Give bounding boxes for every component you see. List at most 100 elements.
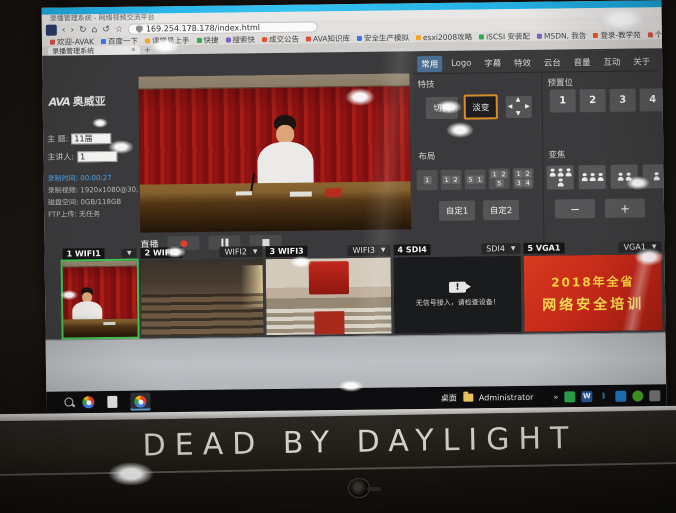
fx-switch-button[interactable]: 切换 [426, 97, 458, 119]
tab-subtitle[interactable]: 字幕 [480, 55, 505, 71]
desk-papers [290, 192, 312, 197]
bookmark-favicon [416, 35, 421, 40]
zoom-preset-button-2[interactable] [579, 165, 606, 189]
channel-5-source-dropdown[interactable]: VGA1▼ [619, 241, 662, 253]
bookmark-favicon [262, 37, 267, 42]
bookmark-favicon [50, 39, 55, 44]
document-icon [107, 396, 117, 408]
layout-cell: 5 [467, 176, 475, 184]
preset-button-1[interactable]: 1 [550, 89, 576, 112]
tab-ptz[interactable]: 云台 [540, 54, 565, 70]
monitor-photo: 录播管理系统 - 网络视频交流平台 ‹ › ↻ ⌂ ↺ ☆ 169.254.17… [0, 0, 676, 513]
channel-5-thumbnail[interactable]: 2018年全省 网络安全培训 [524, 254, 663, 332]
layout-section-title: 布局 [418, 150, 435, 162]
subject-input[interactable]: 11届 [71, 133, 111, 144]
channel-1-header: 1 WIFI1 ▼ [62, 247, 136, 261]
layout-button-1[interactable]: 1 [417, 170, 438, 190]
speaker-shirt [72, 301, 102, 323]
tray-overflow-chevron[interactable]: » [553, 392, 558, 401]
fx-fade-button[interactable]: 淡变 [464, 94, 498, 119]
director-console: AVA 奥威亚 主 题: 11届 主讲人: 1 录制时间: 00:00:27 录… [42, 48, 665, 340]
channel-2-source-dropdown[interactable]: WIFI2▼ [220, 246, 263, 258]
tab-logo[interactable]: Logo [447, 57, 476, 71]
layout-button-4[interactable]: 125 [489, 168, 510, 189]
active-browser-button[interactable] [130, 393, 150, 411]
chevron-down-icon: ▼ [127, 250, 132, 257]
program-preview[interactable] [138, 73, 411, 232]
url-text[interactable]: 169.254.178.178/index.html [146, 23, 260, 34]
layout-cell: 2 [524, 170, 532, 178]
disk-space-value: 0GB/118GB [80, 198, 121, 206]
scene-desk [140, 181, 412, 232]
tray-app-blue-icon[interactable] [615, 390, 626, 401]
history-icon[interactable]: ↺ [102, 24, 110, 34]
tab-effects[interactable]: 特效 [510, 55, 535, 71]
folder-icon[interactable] [463, 394, 473, 402]
reload-icon[interactable]: ↻ [79, 25, 87, 35]
new-tab-button[interactable]: + [144, 45, 151, 54]
user-folder-label[interactable]: Administrator [479, 392, 534, 402]
channel-3-source-dropdown[interactable]: WIFI3▼ [348, 245, 391, 257]
bezel-screw-hole [348, 478, 370, 498]
home-icon[interactable]: ⌂ [92, 25, 98, 35]
word-icon[interactable]: W [581, 391, 592, 402]
layout-buttons: 112511251234 [417, 168, 534, 190]
zoom-preset-button-3[interactable] [611, 165, 638, 189]
back-icon[interactable]: ‹ [62, 25, 66, 35]
tray-device-icon[interactable] [649, 390, 660, 401]
search-icon[interactable] [64, 397, 74, 407]
channel-3-thumbnail[interactable] [266, 258, 392, 336]
scene-ceiling [138, 73, 409, 89]
tray-app-circle-icon[interactable] [632, 390, 643, 401]
channel-1-thumbnail[interactable] [63, 261, 138, 338]
person-icon [653, 172, 660, 181]
bluetooth-icon[interactable]: ᛒ [598, 390, 609, 401]
pan-pad-button[interactable]: ▲ ▼ ◀ ▶ [506, 96, 532, 118]
browser-profile-avatar[interactable] [46, 25, 57, 36]
layout-button-5[interactable]: 1234 [513, 168, 534, 189]
record-video-label: 录制视频: [48, 186, 78, 194]
bookmark-favicon [357, 35, 362, 40]
layout-custom1-button[interactable]: 自定1 [439, 201, 475, 221]
zoom-preset-button-4[interactable] [643, 164, 667, 188]
person-icon [625, 172, 632, 181]
person-icon [557, 178, 564, 187]
forward-icon[interactable]: › [70, 25, 74, 35]
tab-about[interactable]: 关于 [629, 53, 654, 69]
url-field[interactable]: 169.254.178.178/index.html [128, 21, 318, 34]
speaker-label: 主讲人: [47, 151, 74, 162]
speaker-input[interactable]: 1 [77, 151, 117, 162]
close-tab-icon[interactable]: ✕ [131, 47, 136, 54]
layout-button-2[interactable]: 12 [441, 170, 462, 190]
taskbar-left [64, 393, 150, 412]
panel-divider [413, 70, 658, 74]
zoom-in-button[interactable]: + [605, 198, 645, 217]
channel-4-header: 4 SDI4 SDI4▼ [393, 242, 520, 257]
channel-1-source-dropdown[interactable]: ▼ [122, 249, 137, 258]
channel-2-thumbnail[interactable] [141, 259, 264, 336]
person-icon [549, 168, 556, 177]
bookmark-star-icon[interactable]: ☆ [115, 24, 123, 34]
layout-custom2-button[interactable]: 自定2 [483, 200, 519, 220]
preset-button-3[interactable]: 3 [610, 89, 636, 112]
ava-logo-cn: 奥威亚 [73, 93, 106, 109]
channel-4-thumbnail[interactable]: ! 无信号接入，请检查设备！ [394, 256, 522, 334]
tab-interact[interactable]: 互动 [599, 54, 624, 70]
zoom-out-button[interactable]: − [555, 199, 595, 218]
chrome-icon[interactable] [82, 396, 94, 408]
chevron-down-icon: ▼ [652, 243, 657, 250]
zoom-preset-buttons [547, 164, 667, 190]
preset-button-2[interactable]: 2 [580, 89, 606, 112]
tray-app-green-icon[interactable] [564, 391, 575, 402]
ftp-upload-value: 无任务 [79, 210, 100, 218]
disk-space-row: 磁盘空间: 0GB/118GB [48, 197, 121, 208]
tab-volume[interactable]: 音量 [570, 54, 595, 70]
layout-button-3[interactable]: 51 [465, 169, 486, 189]
channel-4-source-dropdown[interactable]: SDI4▼ [481, 243, 520, 254]
tab-common[interactable]: 常用 [417, 56, 442, 72]
preset-button-4[interactable]: 4 [640, 88, 666, 111]
file-explorer-button[interactable] [102, 393, 122, 411]
channel-1-scene [63, 261, 138, 338]
desktop-toolbar-label[interactable]: 桌面 [441, 392, 457, 403]
zoom-preset-button-1[interactable] [547, 165, 574, 189]
